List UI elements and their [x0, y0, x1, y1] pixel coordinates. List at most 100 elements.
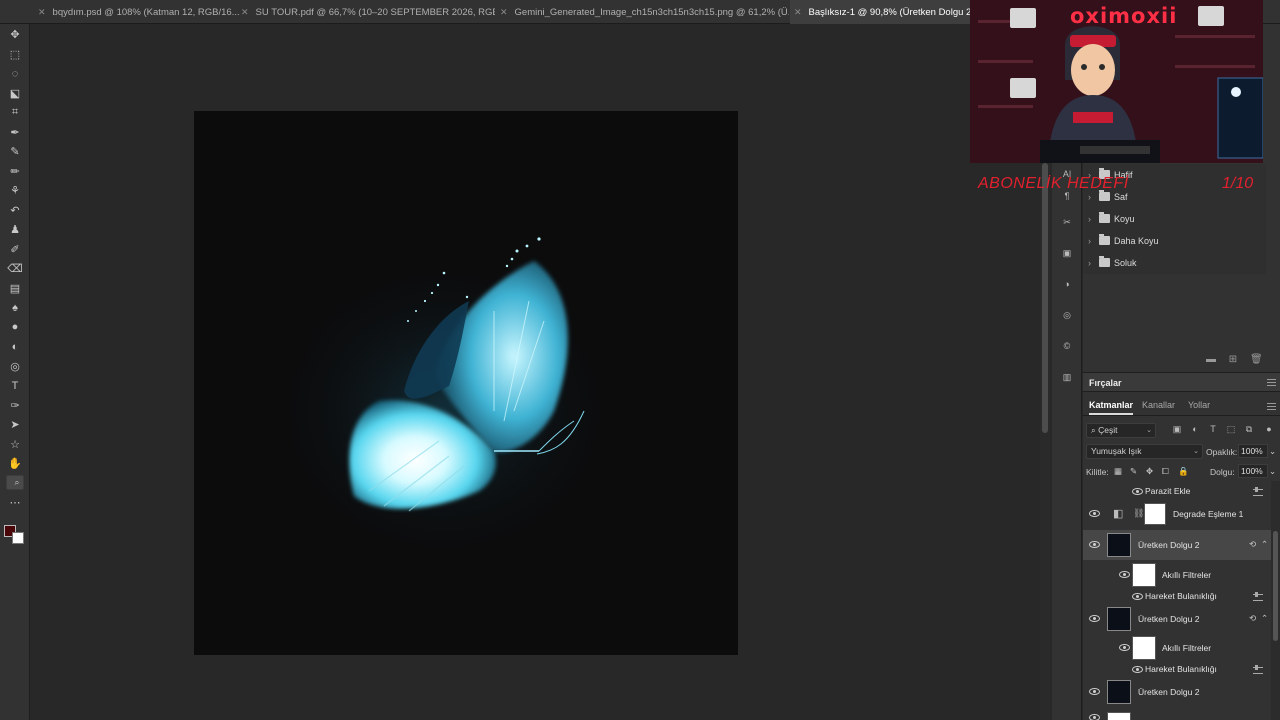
pen-tool-icon[interactable]: ✑ — [6, 397, 24, 414]
visibility-eye-icon[interactable] — [1132, 666, 1143, 673]
visibility-eye-icon[interactable] — [1089, 688, 1100, 695]
fill-input[interactable]: 100% — [1238, 464, 1268, 478]
stamp-tool-icon[interactable]: ♟ — [6, 221, 24, 238]
chevron-down-icon[interactable]: ⌄ — [1269, 446, 1276, 457]
new-group-icon[interactable]: ▬ — [1205, 354, 1217, 366]
history-brush-tool-icon[interactable]: ↶ — [6, 202, 24, 219]
visibility-eye-icon[interactable] — [1089, 510, 1100, 517]
path-select-tool-icon[interactable]: ➤ — [6, 416, 24, 433]
eyedropper-tool-icon[interactable]: ✒ — [6, 124, 24, 141]
swatch-folder[interactable]: › Koyu — [1083, 208, 1266, 230]
brush-tool-icon[interactable]: ✏ — [6, 163, 24, 180]
layer-row-selected[interactable]: Üretken Dolgu 2 ⟲ ⌃ — [1083, 530, 1271, 560]
visibility-eye-icon[interactable] — [1119, 644, 1130, 651]
adjustment-filter-icon[interactable]: ◐ — [1190, 424, 1200, 434]
sponge-tool-icon[interactable]: ◎ — [6, 358, 24, 375]
styles-icon[interactable]: ◎ — [1059, 307, 1075, 323]
move-tool-icon[interactable]: ✥ — [6, 26, 24, 43]
close-tab-icon[interactable]: ✕ — [38, 7, 46, 17]
filter-options-icon[interactable] — [1253, 487, 1263, 496]
zoom-tool-icon[interactable]: ⌕ — [6, 474, 24, 490]
crop-tool-icon[interactable]: ⌗ — [6, 104, 24, 121]
filter-mask-thumbnail[interactable] — [1132, 636, 1156, 660]
document-tab-2[interactable]: ✕ SU TOUR.pdf @ 66,7% (10–20 SEPTEMBER 20… — [237, 0, 495, 24]
filter-row[interactable]: Hareket Bulanıklığı — [1083, 661, 1271, 677]
brushes-panel-header[interactable]: Fırçalar — [1083, 372, 1280, 392]
color-panel-icon[interactable]: © — [1059, 338, 1075, 354]
tab-paths[interactable]: Yollar — [1188, 400, 1210, 410]
glyphs-icon[interactable]: ▥ — [1059, 369, 1075, 385]
filter-options-icon[interactable] — [1253, 665, 1263, 674]
more-tools-icon[interactable]: ⋯ — [6, 494, 24, 511]
blend-mode-select[interactable]: Yumuşak Işık ⌄ — [1086, 444, 1203, 459]
eraser-tool-icon[interactable]: ⌫ — [6, 260, 24, 277]
new-swatch-icon[interactable]: ⊞ — [1227, 354, 1239, 366]
tab-channels[interactable]: Kanallar — [1142, 400, 1175, 410]
panel-menu-icon[interactable] — [1267, 403, 1276, 410]
smart-filters-row[interactable]: Akıllı Filtreler — [1083, 562, 1271, 588]
smart-object-filter-icon[interactable]: ⧉ — [1244, 424, 1254, 434]
filter-toggle-icon[interactable]: ● — [1264, 424, 1274, 434]
lock-all-icon[interactable]: 🔒 — [1178, 466, 1189, 477]
lock-artboard-icon[interactable]: ⧠ — [1162, 466, 1169, 477]
close-tab-icon[interactable]: ✕ — [241, 7, 249, 17]
document-canvas[interactable] — [194, 111, 738, 655]
shape-tool-icon[interactable]: ☆ — [6, 436, 24, 453]
chevron-up-icon[interactable]: ⌃ — [1261, 539, 1268, 550]
swatch-folder[interactable]: › Daha Koyu — [1083, 230, 1266, 252]
shape-filter-icon[interactable]: ⬚ — [1226, 424, 1236, 434]
opacity-input[interactable]: 100% — [1238, 444, 1268, 458]
mixer-brush-tool-icon[interactable]: ✐ — [6, 241, 24, 258]
visibility-eye-icon[interactable] — [1089, 541, 1100, 548]
adjustments-icon[interactable]: ◑ — [1059, 276, 1075, 292]
document-tab-1[interactable]: ✕ bqydım.psd @ 108% (Katman 12, RGB/16... — [16, 0, 241, 24]
healing-brush-tool-icon[interactable]: ✎ — [6, 143, 24, 160]
layer-row[interactable]: ◧ ⛓ Degrade Eşleme 1 — [1083, 501, 1271, 527]
close-tab-icon[interactable]: ✕ — [794, 7, 802, 17]
type-filter-icon[interactable]: T — [1208, 424, 1218, 434]
layer-filter-row[interactable]: Parazit Ekle — [1083, 483, 1271, 499]
clone-stamp-tool-icon[interactable]: ⚘ — [6, 182, 24, 199]
filter-row[interactable]: Hareket Bulanıklığı — [1083, 588, 1271, 604]
visibility-eye-icon[interactable] — [1132, 488, 1143, 495]
gradient-tool-icon[interactable]: ▤ — [6, 280, 24, 297]
filter-mask-thumbnail[interactable] — [1132, 563, 1156, 587]
lock-pixels-icon[interactable]: ✎ — [1130, 466, 1137, 477]
dodge-tool-icon[interactable]: ◐ — [6, 338, 24, 355]
paint-bucket-tool-icon[interactable]: ♠ — [6, 299, 24, 316]
visibility-eye-icon[interactable] — [1119, 571, 1130, 578]
lock-transparency-icon[interactable]: ▦ — [1114, 466, 1122, 477]
lock-position-icon[interactable]: ✥ — [1146, 466, 1153, 477]
scroll-thumb[interactable] — [1042, 163, 1048, 433]
chevron-up-icon[interactable]: ⌃ — [1261, 613, 1268, 624]
object-select-tool-icon[interactable]: ⬕ — [6, 85, 24, 102]
filter-options-icon[interactable] — [1253, 592, 1263, 601]
layer-row[interactable]: Üretken Dolgu 2 ⟲ ⌃ — [1083, 604, 1271, 634]
pixel-filter-icon[interactable]: ▣ — [1172, 424, 1182, 434]
marquee-tool-icon[interactable]: ⬚ — [6, 46, 24, 63]
swatch-folder[interactable]: › Soluk — [1083, 252, 1266, 274]
tool-presets-icon[interactable]: ✂ — [1059, 214, 1075, 230]
close-tab-icon[interactable]: ✕ — [500, 7, 508, 17]
layers-scrollbar[interactable] — [1271, 481, 1280, 720]
document-tab-active[interactable]: ✕ Başlıksız-1 @ 90,8% (Üretken Dolgu 2,..… — [790, 0, 970, 24]
tab-layers[interactable]: Katmanlar — [1089, 400, 1134, 415]
visibility-eye-icon[interactable] — [1132, 593, 1143, 600]
smart-filters-row[interactable]: Akıllı Filtreler — [1083, 635, 1271, 661]
type-tool-icon[interactable]: T — [6, 377, 24, 394]
layer-mask-thumbnail[interactable] — [1144, 503, 1166, 525]
document-tab-3[interactable]: ✕ Gemini_Generated_Image_ch15n3ch15n3ch15… — [496, 0, 789, 24]
layer-row[interactable]: Üretken Dolgu 2 — [1083, 677, 1271, 707]
visibility-eye-icon[interactable] — [1089, 714, 1100, 720]
chevron-down-icon[interactable]: ⌄ — [1269, 466, 1276, 477]
background-color-swatch[interactable] — [12, 532, 24, 544]
layer-filter-select[interactable]: ⌕ Çeşit ⌄ — [1086, 423, 1156, 438]
hand-tool-icon[interactable]: ✋ — [6, 455, 24, 472]
link-icon[interactable]: ⛓ — [1133, 508, 1144, 519]
blur-tool-icon[interactable]: ● — [6, 319, 24, 336]
layer-row[interactable] — [1083, 710, 1271, 720]
visibility-eye-icon[interactable] — [1089, 615, 1100, 622]
trash-icon[interactable]: 🗑 — [1250, 354, 1263, 366]
scroll-thumb[interactable] — [1273, 531, 1278, 641]
panel-menu-icon[interactable] — [1267, 379, 1276, 386]
